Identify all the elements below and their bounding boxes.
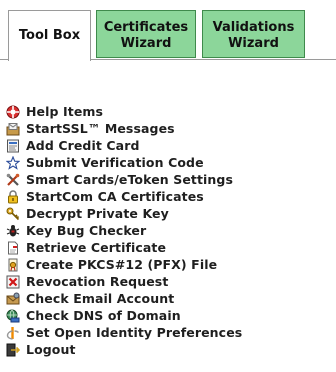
menu-item-label: Submit Verification Code [26, 155, 204, 170]
menu-item-label: StartSSL™ Messages [26, 121, 175, 136]
tab-bar: Tool Box Certificates Wizard Validations… [0, 0, 336, 61]
menu-item-label: Key Bug Checker [26, 223, 147, 238]
menu-item-label: Revocation Request [26, 274, 169, 289]
toolbox-menu: Help Items StartSSL™ Messages Add Credit… [6, 103, 242, 358]
menu-item-check-dns-of-domain[interactable]: Check DNS of Domain [6, 307, 242, 324]
menu-item-add-credit-card[interactable]: Add Credit Card [6, 137, 242, 154]
menu-item-label: Logout [26, 342, 76, 357]
menu-item-label: StartCom CA Certificates [26, 189, 204, 204]
lock-icon [6, 189, 20, 204]
email-check-icon [6, 292, 20, 306]
key-icon [6, 207, 20, 221]
star-icon [6, 155, 20, 170]
menu-item-label: Help Items [26, 104, 104, 119]
menu-item-revocation-request[interactable]: Revocation Request [6, 273, 242, 290]
menu-item-label: Decrypt Private Key [26, 206, 169, 221]
menu-item-open-identity-preferences[interactable]: Set Open Identity Preferences [6, 324, 242, 341]
menu-item-decrypt-private-key[interactable]: Decrypt Private Key [6, 205, 242, 222]
tab-label: Tool Box [18, 28, 81, 43]
menu-item-retrieve-certificate[interactable]: Retrieve Certificate [6, 239, 242, 256]
menu-item-check-email-account[interactable]: Check Email Account [6, 290, 242, 307]
tab-label: Wizard [120, 36, 172, 51]
menu-item-label: Smart Cards/eToken Settings [26, 172, 234, 187]
menu-item-label: Set Open Identity Preferences [26, 325, 243, 340]
openid-icon [6, 326, 20, 340]
document-icon [6, 241, 20, 255]
menu-item-startssl-messages[interactable]: StartSSL™ Messages [6, 120, 242, 137]
tab-tool-box[interactable]: Tool Box [8, 10, 91, 61]
tab-validations-wizard[interactable]: Validations Wizard [202, 10, 305, 58]
tab-label: Certificates [103, 20, 189, 35]
tab-certificates-wizard[interactable]: Certificates Wizard [96, 10, 196, 58]
menu-item-label: Add Credit Card [26, 138, 140, 153]
tools-icon [6, 173, 20, 187]
menu-item-startcom-ca-certificates[interactable]: StartCom CA Certificates [6, 188, 242, 205]
certificate-file-icon [6, 258, 20, 272]
lifebuoy-icon [6, 105, 20, 119]
tab-label: Wizard [228, 36, 279, 51]
credit-card-icon [6, 139, 20, 153]
menu-item-logout[interactable]: Logout [6, 341, 242, 358]
tab-label: Validations [212, 20, 295, 35]
menu-item-create-pkcs12-file[interactable]: Create PKCS#12 (PFX) File [6, 256, 242, 273]
dns-icon [6, 309, 20, 323]
menu-item-label: Check DNS of Domain [26, 308, 181, 323]
menu-item-label: Check Email Account [26, 291, 175, 306]
menu-item-submit-verification-code[interactable]: Submit Verification Code [6, 154, 242, 171]
bug-icon [6, 224, 20, 238]
mail-folder-icon [6, 122, 20, 136]
menu-item-help-items[interactable]: Help Items [6, 103, 242, 120]
menu-item-label: Retrieve Certificate [26, 240, 167, 255]
logout-icon [6, 343, 20, 357]
revoke-icon [6, 275, 20, 289]
menu-item-label: Create PKCS#12 (PFX) File [26, 257, 218, 272]
menu-item-key-bug-checker[interactable]: Key Bug Checker [6, 222, 242, 239]
menu-item-smart-cards-settings[interactable]: Smart Cards/eToken Settings [6, 171, 242, 188]
